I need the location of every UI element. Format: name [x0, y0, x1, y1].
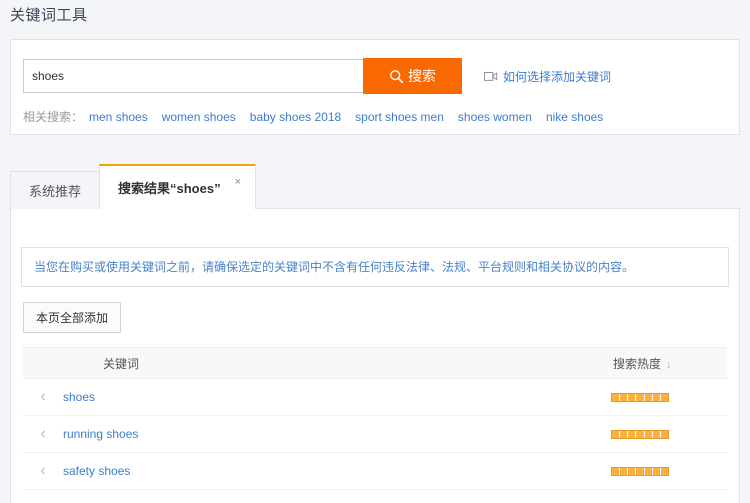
- table-header-spacer: [23, 347, 63, 379]
- tab-system-recommend[interactable]: 系统推荐: [10, 171, 101, 209]
- tab-search-result-label: 搜索结果“shoes”: [118, 181, 221, 196]
- search-button-label: 搜索: [408, 68, 436, 84]
- keyword-cell: shoes: [63, 378, 611, 416]
- keyword-link[interactable]: running shoes: [63, 427, 138, 441]
- keyword-link[interactable]: shoes: [63, 390, 95, 404]
- keyword-link[interactable]: safety shoes: [63, 464, 130, 478]
- related-searches-label: 相关搜索：: [23, 110, 84, 124]
- heat-segment: [653, 467, 661, 475]
- keyword-table: 关键词 搜索热度 ↓ ‹ shoes ‹ running shoes ‹ saf…: [23, 347, 727, 490]
- table-row: ‹ shoes: [23, 378, 727, 416]
- related-search-item-0[interactable]: men shoes: [89, 110, 148, 124]
- tab-system-recommend-label: 系统推荐: [29, 184, 82, 199]
- content-panel: 当您在购买或使用关键词之前，请确保选定的关键词中不含有任何违反法律、法规、平台规…: [10, 209, 740, 503]
- magnifier-icon: [389, 69, 404, 84]
- keyword-table-body: ‹ shoes ‹ running shoes ‹ safety shoes: [23, 378, 727, 490]
- heat-segment: [628, 467, 637, 475]
- page-title: 关键词工具: [10, 7, 88, 24]
- help-link-label: 如何选择添加关键词: [503, 69, 612, 84]
- related-searches: 相关搜索： men shoes women shoes baby shoes 2018…: [11, 94, 739, 125]
- search-panel: 搜索 如何选择添加关键词 相关搜索： men shoes women shoes ba…: [10, 39, 740, 135]
- heat-segment: [636, 393, 645, 401]
- heat-bar: [611, 466, 669, 476]
- heat-bar: [611, 429, 669, 439]
- video-icon: [484, 71, 498, 82]
- heat-segment: [645, 430, 653, 438]
- table-row: ‹ running shoes: [23, 415, 727, 453]
- keyword-cell: running shoes: [63, 415, 611, 453]
- heat-segment: [653, 430, 661, 438]
- heat-segment: [661, 431, 668, 438]
- heat-cell: [611, 415, 727, 453]
- close-icon[interactable]: ×: [235, 177, 241, 188]
- heat-segment: [661, 468, 668, 475]
- search-row: 搜索 如何选择添加关键词: [11, 40, 739, 94]
- table-header-heat[interactable]: 搜索热度 ↓: [611, 347, 727, 379]
- heat-segment: [636, 467, 645, 475]
- heat-segment: [612, 393, 621, 401]
- heat-segment: [628, 430, 637, 438]
- actions-bar: 本页全部添加: [11, 287, 739, 333]
- related-search-item-5[interactable]: nike shoes: [546, 110, 603, 124]
- heat-segment: [620, 430, 629, 438]
- related-search-item-3[interactable]: sport shoes men: [355, 110, 444, 124]
- help-link[interactable]: 如何选择添加关键词: [484, 68, 611, 85]
- heat-segment: [645, 393, 653, 401]
- search-button[interactable]: 搜索: [363, 58, 462, 94]
- compliance-notice: 当您在购买或使用关键词之前，请确保选定的关键词中不含有任何违反法律、法规、平台规…: [21, 247, 729, 287]
- related-search-item-1[interactable]: women shoes: [162, 110, 236, 124]
- heat-segment: [653, 393, 661, 401]
- heat-segment: [612, 430, 621, 438]
- heat-segment: [661, 394, 668, 401]
- chevron-left-icon[interactable]: ‹: [23, 378, 63, 416]
- keyword-cell: safety shoes: [63, 452, 611, 490]
- search-input[interactable]: [23, 59, 363, 93]
- heat-segment: [620, 393, 629, 401]
- heat-bar: [611, 392, 669, 402]
- heat-segment: [645, 467, 653, 475]
- related-search-item-4[interactable]: shoes women: [458, 110, 532, 124]
- table-header-row: 关键词 搜索热度 ↓: [23, 347, 727, 379]
- add-all-on-page-button[interactable]: 本页全部添加: [23, 302, 122, 333]
- related-search-item-2[interactable]: baby shoes 2018: [250, 110, 341, 124]
- table-header-heat-label: 搜索热度: [613, 356, 662, 371]
- heat-segment: [636, 430, 645, 438]
- heat-segment: [628, 393, 637, 401]
- sort-descending-arrow-icon[interactable]: ↓: [666, 359, 672, 371]
- heat-cell: [611, 378, 727, 416]
- chevron-left-icon[interactable]: ‹: [23, 415, 63, 453]
- heat-cell: [611, 452, 727, 490]
- table-row: ‹ safety shoes: [23, 452, 727, 490]
- tab-search-result[interactable]: 搜索结果“shoes” ×: [99, 164, 257, 209]
- table-header-keyword: 关键词: [63, 347, 611, 379]
- chevron-left-icon[interactable]: ‹: [23, 452, 63, 490]
- heat-segment: [612, 467, 621, 475]
- heat-segment: [620, 467, 629, 475]
- tab-bar: 系统推荐 搜索结果“shoes” ×: [10, 164, 740, 209]
